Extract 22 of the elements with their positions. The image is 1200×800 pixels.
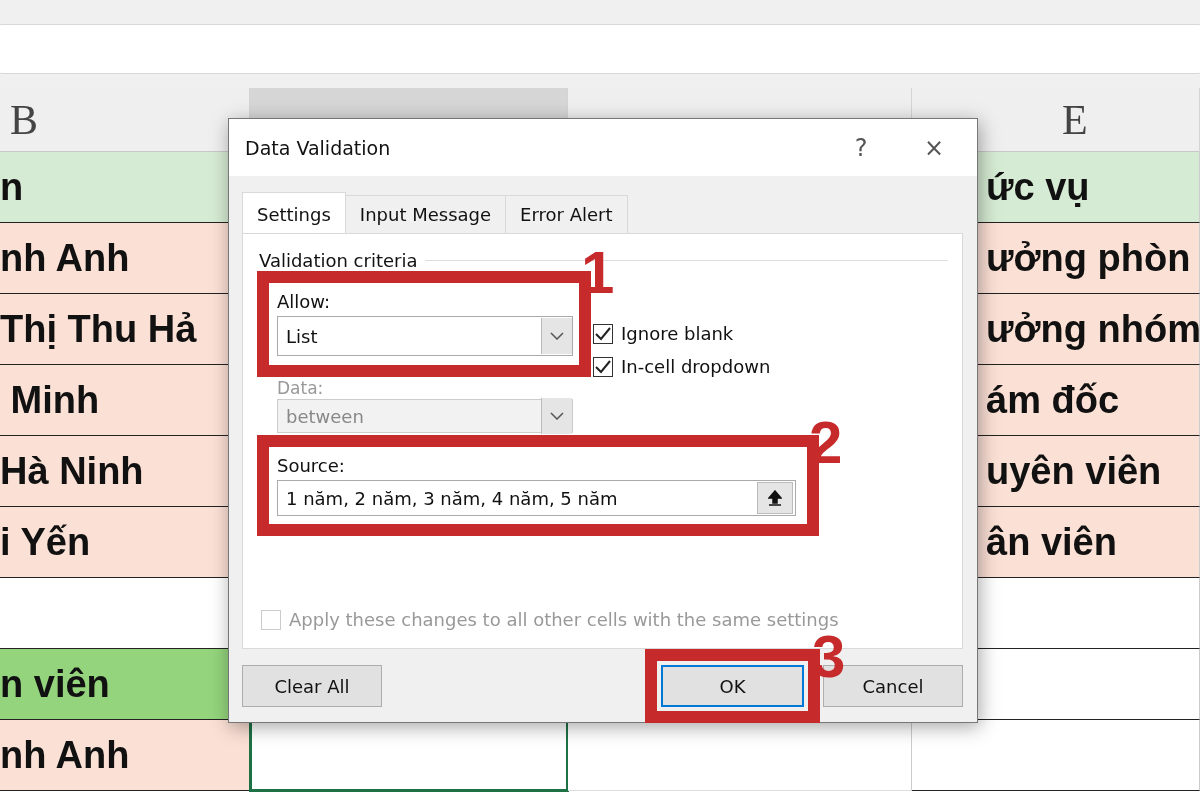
field-label: Source:	[277, 455, 346, 476]
cell-text: Thị Thu Hả	[0, 307, 197, 351]
field-label: Data:	[277, 379, 324, 397]
cell-text: n	[0, 165, 24, 209]
cell-text: ân viên	[985, 520, 1117, 564]
checkbox-label: In-cell dropdown	[621, 356, 771, 377]
checkbox-label: Ignore blank	[621, 323, 734, 344]
column-letter: E	[1062, 95, 1088, 144]
cell-text: ức vụ	[985, 165, 1090, 209]
cell-text: ưởng nhóm	[985, 307, 1200, 351]
cell-text: nh Anh	[0, 733, 130, 777]
cell-text: i Yến	[0, 520, 91, 564]
cell-text: n viên	[0, 662, 110, 706]
cell-text: uyên viên	[985, 449, 1162, 493]
cell-text: ưởng phòn	[985, 236, 1191, 280]
cell-text: ám đốc	[985, 378, 1120, 422]
group-label: Validation criteria	[259, 250, 418, 271]
column-letter: B	[10, 95, 38, 144]
field-label: Allow:	[277, 291, 332, 312]
cell-text: Minh	[9, 378, 100, 422]
cell-text: Hà Ninh	[0, 449, 144, 493]
cell-text: nh Anh	[0, 236, 130, 280]
